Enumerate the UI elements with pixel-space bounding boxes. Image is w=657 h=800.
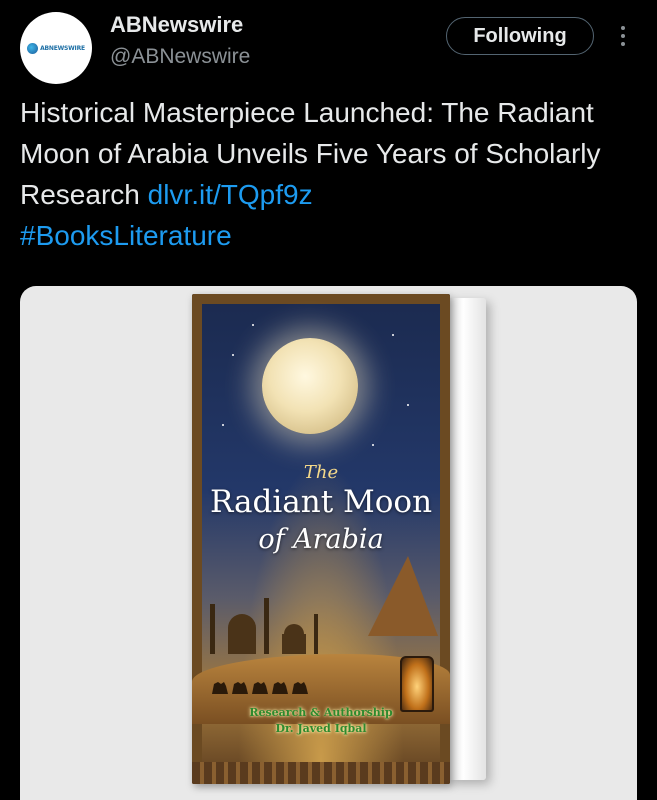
display-name[interactable]: ABNewswire — [110, 12, 243, 38]
user-handle[interactable]: @ABNewswire — [110, 45, 250, 69]
avatar[interactable]: ABNEWSWIRE — [20, 12, 92, 84]
avatar-logo-text: ABNEWSWIRE — [40, 44, 85, 52]
logo-globe-icon — [27, 42, 39, 54]
mosque-skyline — [210, 598, 318, 654]
cover-title-the: The — [303, 462, 339, 483]
cover-title-sub: of Arabia — [258, 524, 384, 555]
cover-title-main: Radiant Moon — [209, 484, 433, 520]
book-cover: The Radiant Moon of Arabia Research & Au… — [192, 294, 450, 784]
book-pages — [448, 298, 486, 780]
more-options-icon[interactable] — [613, 20, 633, 52]
tweet-text: Historical Masterpiece Launched: The Rad… — [20, 92, 645, 256]
full-moon-illustration — [262, 338, 358, 434]
book-image: The Radiant Moon of Arabia Research & Au… — [192, 294, 486, 784]
camel-caravan-icon — [212, 682, 308, 694]
cover-credit-line-1: Research & Authorship — [249, 706, 393, 719]
tweet-link[interactable]: dlvr.it/TQpf9z — [148, 179, 313, 210]
following-button[interactable]: Following — [446, 17, 594, 55]
tweet: ABNEWSWIRE ABNewswire @ABNewswire Follow… — [0, 0, 657, 800]
tweet-media-image[interactable]: The Radiant Moon of Arabia Research & Au… — [20, 286, 637, 800]
cover-border-ornament — [192, 762, 450, 784]
tweet-hashtag[interactable]: #BooksLiterature — [20, 220, 232, 251]
lantern-icon — [400, 656, 434, 712]
abnewswire-logo: ABNEWSWIRE — [27, 42, 85, 54]
cover-credit-line-2: Dr. Javed Iqbal — [275, 722, 367, 735]
